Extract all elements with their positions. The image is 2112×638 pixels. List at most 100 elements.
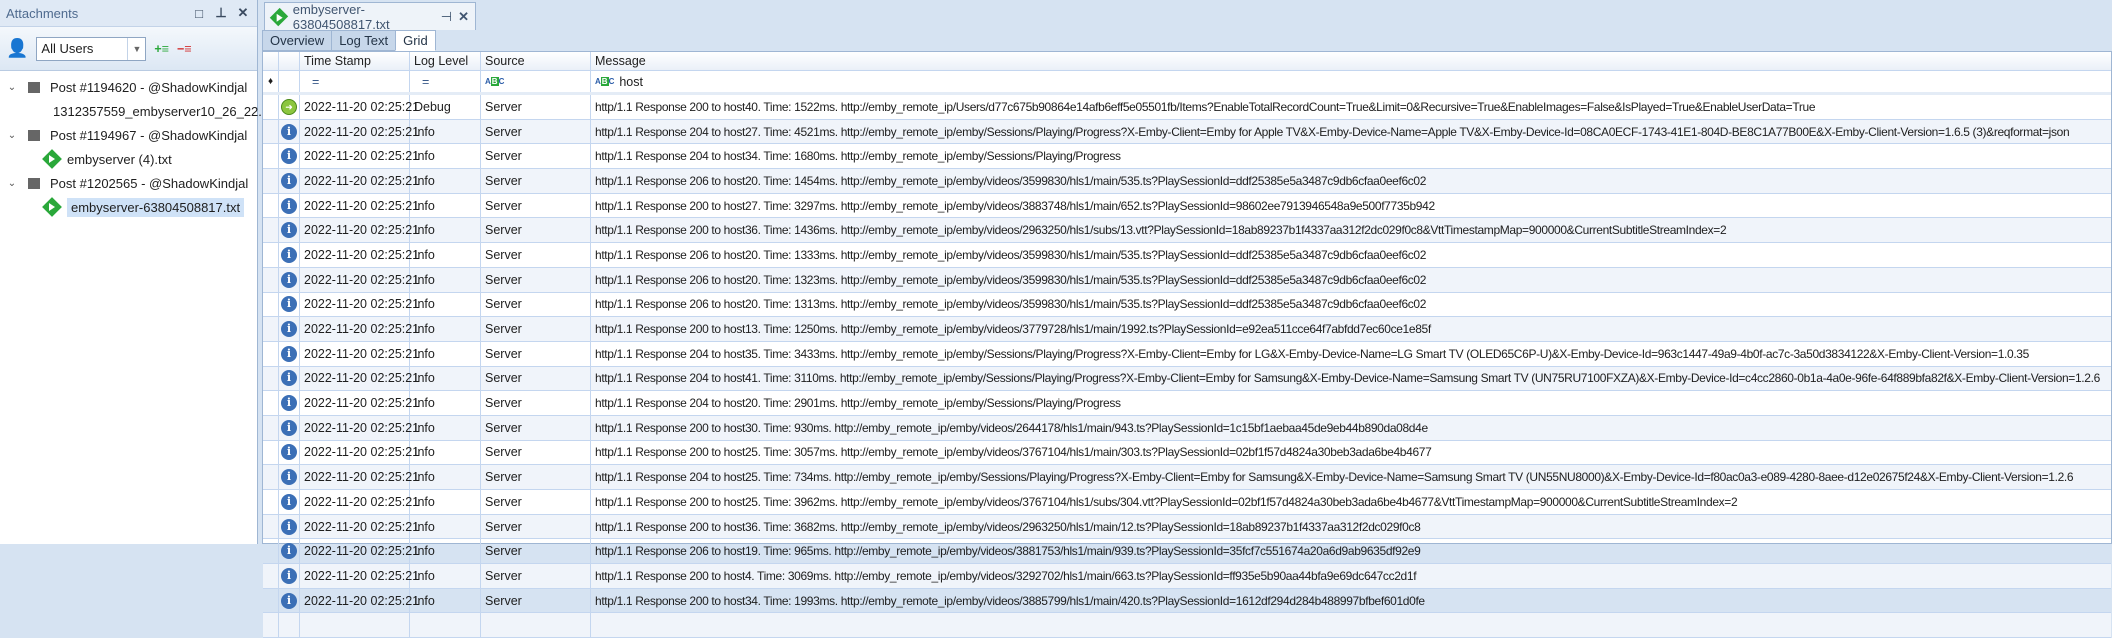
cell-level: Info — [410, 490, 481, 514]
info-icon: i — [281, 148, 297, 165]
cell-source: Server — [481, 341, 591, 366]
tab-log-text[interactable]: Log Text — [331, 30, 397, 51]
info-icon: i — [281, 370, 297, 387]
info-icon: i — [281, 172, 297, 189]
row-indicator — [263, 366, 279, 391]
level-icon-cell: i — [279, 218, 300, 243]
expand-all-icon[interactable]: +≡ — [154, 42, 169, 56]
table-row[interactable]: i 2022-11-20 02:25:21 Info Server http/1… — [263, 564, 2111, 589]
info-icon: i — [281, 444, 297, 461]
chevron-down-icon[interactable]: ⌄ — [4, 130, 20, 141]
cell-source: Server — [481, 564, 591, 588]
level-icon-cell: i — [279, 193, 300, 218]
cell-timestamp: 2022-11-20 02:25:21 — [300, 564, 419, 588]
cell-timestamp: 2022-11-20 02:25:21 — [300, 415, 419, 440]
table-row[interactable]: i 2022-11-20 02:25:21 Info Server http/1… — [263, 391, 2111, 416]
cell-message: http/1.1 Response 204 to host25. Time: 7… — [595, 470, 2074, 485]
table-row[interactable]: i 2022-11-20 02:25:21 Info Server http/1… — [263, 366, 2111, 392]
float-icon[interactable]: □ — [191, 6, 207, 21]
cell-timestamp: 2022-11-20 02:25:21 — [300, 539, 419, 564]
tab-grid[interactable]: Grid — [395, 30, 436, 51]
chevron-down-icon[interactable]: ▼ — [127, 37, 145, 60]
table-row[interactable]: i 2022-11-20 02:25:21 Info Server http/1… — [263, 514, 2111, 540]
chevron-down-icon[interactable]: ⌄ — [4, 178, 20, 189]
cell-timestamp: 2022-11-20 02:25:21 — [300, 144, 419, 169]
attachment-file-item[interactable]: embyserver-63804508817.txt — [0, 195, 257, 219]
cell-source: Server — [481, 514, 591, 539]
attachments-toolbar: 👤 All Users ▼ +≡ −≡ — [0, 27, 257, 71]
info-icon: i — [281, 395, 297, 412]
log-grid: Time Stamp Log Level Source Message ♦ = … — [262, 51, 2112, 638]
view-tabs: Overview Log Text Grid — [262, 30, 436, 51]
cell-source: Server — [481, 366, 591, 391]
attachments-header: Attachments □ ⊥ ✕ — [0, 0, 257, 27]
table-row[interactable]: i 2022-11-20 02:25:21 Info Server http/1… — [263, 243, 2111, 268]
post-node[interactable]: ⌄ Post #1202565 - @ShadowKindjal — [0, 171, 257, 195]
filter-source[interactable]: ABC — [481, 71, 591, 92]
table-row[interactable]: i 2022-11-20 02:25:21 Info Server http/1… — [263, 169, 2111, 194]
cell-source: Server — [481, 169, 591, 193]
pin-icon[interactable]: ⊣ — [441, 9, 452, 25]
table-row[interactable]: i 2022-11-20 02:25:21 Info Server http/1… — [263, 588, 2111, 614]
table-row[interactable]: i 2022-11-20 02:25:21 Info Server http/1… — [263, 415, 2111, 441]
table-row[interactable]: i 2022-11-20 02:25:21 Info Server http/1… — [263, 317, 2111, 342]
table-row[interactable]: i 2022-11-20 02:25:21 Info Server http/1… — [263, 144, 2111, 170]
row-indicator — [263, 218, 279, 243]
cell-message: http/1.1 Response 200 to host30. Time: 9… — [595, 420, 1428, 435]
filter-level[interactable]: = — [410, 71, 481, 92]
table-row[interactable]: i 2022-11-20 02:25:21 Info Server http/1… — [263, 490, 2111, 515]
cell-level: Info — [410, 243, 481, 267]
info-icon: i — [281, 493, 297, 510]
table-row[interactable]: i 2022-11-20 02:25:21 Info Server http/1… — [263, 341, 2111, 367]
filter-timestamp[interactable]: = — [300, 71, 410, 92]
table-row[interactable]: i 2022-11-20 02:25:21 Info Server http/1… — [263, 465, 2111, 490]
cell-level: Info — [410, 514, 481, 539]
column-header-source[interactable]: Source — [481, 52, 591, 70]
row-indicator — [263, 588, 279, 613]
column-header-timestamp[interactable]: Time Stamp — [300, 52, 410, 70]
attachment-file-item[interactable]: embyserver (4).txt — [0, 147, 257, 171]
table-row[interactable]: i 2022-11-20 02:25:21 Info Server http/1… — [263, 539, 2111, 565]
cell-message — [591, 613, 2111, 637]
cell-level: Info — [410, 465, 481, 489]
comment-icon — [28, 81, 40, 93]
table-row[interactable]: i 2022-11-20 02:25:21 Info Server http/1… — [263, 193, 2111, 219]
post-node[interactable]: ⌄ Post #1194620 - @ShadowKindjal — [0, 75, 257, 99]
post-node[interactable]: ⌄ Post #1194967 - @ShadowKindjal — [0, 123, 257, 147]
attachment-file-item[interactable]: 1312357559_embyserver10_26_22.txt — [0, 99, 276, 123]
tab-overview[interactable]: Overview — [262, 30, 333, 51]
table-row[interactable]: i 2022-11-20 02:25:21 Info Server http/1… — [263, 218, 2111, 244]
log-file-icon — [42, 149, 62, 169]
cell-level: Info — [410, 218, 481, 243]
table-row[interactable]: ➜ 2022-11-20 02:25:21 Debug Server http/… — [263, 95, 2111, 120]
header-icon — [279, 52, 300, 70]
cell-message: http/1.1 Response 200 to host25. Time: 3… — [595, 494, 1738, 509]
row-indicator — [263, 95, 279, 119]
row-indicator — [263, 613, 279, 638]
attachments-tree: ⌄ Post #1194620 - @ShadowKindjal 13123575… — [0, 71, 276, 219]
cell-timestamp: 2022-11-20 02:25:21 — [300, 193, 419, 218]
close-tab-icon[interactable]: ✕ — [458, 9, 469, 25]
cell-timestamp: 2022-11-20 02:25:21 — [300, 514, 419, 539]
table-row[interactable]: i 2022-11-20 02:25:21 Info Server http/1… — [263, 440, 2111, 466]
collapse-all-icon[interactable]: −≡ — [177, 42, 192, 56]
table-row[interactable]: i 2022-11-20 02:25:21 Info Server http/1… — [263, 119, 2111, 145]
cell-level: Info — [410, 341, 481, 366]
table-row[interactable]: i 2022-11-20 02:25:21 Info Server http/1… — [263, 292, 2111, 318]
column-header-level[interactable]: Log Level — [410, 52, 481, 70]
cell-level: Info — [410, 144, 481, 169]
pin-icon[interactable]: ⊥ — [213, 5, 229, 21]
cell-level: Info — [410, 366, 481, 391]
text-filter-icon: ABC — [485, 77, 505, 86]
close-icon[interactable]: ✕ — [235, 5, 251, 21]
chevron-down-icon[interactable]: ⌄ — [4, 82, 20, 93]
column-header-message[interactable]: Message — [591, 52, 2111, 70]
user-filter-select[interactable]: All Users ▼ — [36, 36, 147, 61]
cell-level: Info — [410, 169, 481, 193]
table-row-partial[interactable] — [263, 613, 2111, 638]
table-row[interactable]: i 2022-11-20 02:25:21 Info Server http/1… — [263, 267, 2111, 293]
cell-level: Info — [410, 292, 481, 317]
document-tab[interactable]: embyserver-63804508817.txt ⊣ ✕ — [264, 2, 476, 32]
row-indicator — [263, 144, 279, 169]
filter-message[interactable]: ABC host — [591, 71, 2111, 92]
